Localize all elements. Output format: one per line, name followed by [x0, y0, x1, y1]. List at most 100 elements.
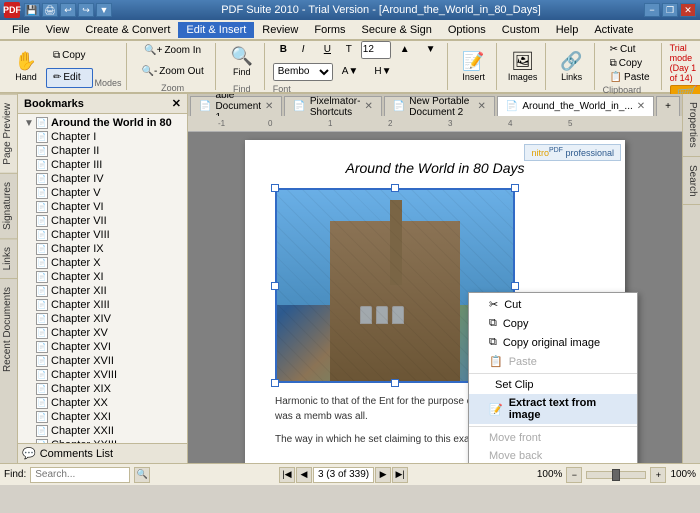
list-item[interactable]: 📄Chapter XI — [20, 270, 185, 284]
list-item[interactable]: 📄Chapter VIII — [20, 228, 185, 242]
menu-custom[interactable]: Custom — [494, 22, 548, 38]
list-item[interactable]: 📄Chapter XIII — [20, 298, 185, 312]
menu-activate[interactable]: Activate — [586, 22, 641, 38]
underline-btn[interactable]: U — [317, 40, 337, 60]
minimize-btn[interactable]: − — [644, 3, 660, 17]
menu-view[interactable]: View — [38, 22, 78, 38]
links-btn[interactable]: 🔗 Links — [554, 45, 590, 89]
menu-file[interactable]: File — [4, 22, 38, 38]
doc-tab-close-3[interactable]: ✕ — [477, 101, 485, 112]
left-tab-links[interactable]: Links — [0, 238, 17, 278]
list-item[interactable]: 📄Chapter IV — [20, 172, 185, 186]
zoom-slider[interactable] — [586, 471, 646, 479]
zoom-out-btn[interactable]: 🔍- Zoom Out — [135, 62, 211, 82]
resize-handle-tr[interactable] — [511, 184, 519, 192]
zoom-slider-thumb[interactable] — [612, 469, 620, 481]
quick-print-btn[interactable]: 🖨 — [42, 3, 58, 17]
font-select[interactable]: Bembo — [273, 63, 333, 81]
cut-btn[interactable]: ✂ Cut — [603, 43, 643, 56]
quick-undo-btn[interactable]: ↩ — [60, 3, 76, 17]
prev-page-btn[interactable]: ◀ — [296, 467, 312, 483]
list-item[interactable]: 📄Chapter XVII — [20, 354, 185, 368]
resize-handle-tl[interactable] — [271, 184, 279, 192]
right-tab-search[interactable]: Search — [683, 157, 700, 206]
quick-save-btn[interactable]: 💾 — [24, 3, 40, 17]
doc-tab-3[interactable]: 📄 New Portable Document 2 ✕ — [384, 96, 495, 116]
zoom-in-btn[interactable]: 🔍+ Zoom In — [137, 41, 208, 61]
doc-tab-2[interactable]: 📄 Pixelmator-Shortcuts ✕ — [284, 96, 381, 116]
list-item[interactable]: 📄Chapter XX — [20, 396, 185, 410]
insert-btn[interactable]: 📝 Insert — [456, 45, 492, 89]
font-size-down-btn[interactable]: ▼ — [419, 40, 443, 60]
bold-btn[interactable]: B — [273, 40, 293, 60]
ctx-copy-original[interactable]: ⧉Copy original image — [469, 333, 637, 352]
copy-btn[interactable]: ⧉ Copy — [46, 46, 93, 66]
list-item[interactable]: 📄Chapter XIV — [20, 312, 185, 326]
list-item[interactable]: 📄Chapter XXII — [20, 424, 185, 438]
list-item[interactable]: 📄Chapter IX — [20, 242, 185, 256]
search-go-btn[interactable]: 🔍 — [134, 467, 150, 483]
restore-btn[interactable]: ❐ — [662, 3, 678, 17]
font-color-btn[interactable]: A▼ — [335, 62, 366, 82]
resize-handle-bl[interactable] — [271, 379, 279, 387]
clipboard-copy-btn[interactable]: ⧉ Copy — [603, 57, 650, 70]
left-tab-signatures[interactable]: Signatures — [0, 173, 17, 238]
paste-btn[interactable]: 📋 Paste — [603, 71, 657, 84]
list-item[interactable]: 📄Chapter III — [20, 158, 185, 172]
menu-options[interactable]: Options — [440, 22, 494, 38]
doc-tab-close-1[interactable]: ✕ — [265, 101, 273, 112]
list-item[interactable]: 📄Chapter XII — [20, 284, 185, 298]
list-item[interactable]: 📄Chapter VII — [20, 214, 185, 228]
quick-options-btn[interactable]: ▼ — [96, 3, 112, 17]
menu-secure-sign[interactable]: Secure & Sign — [354, 22, 440, 38]
menu-forms[interactable]: Forms — [306, 22, 353, 38]
text-btn[interactable]: T — [339, 40, 359, 60]
doc-tab-4[interactable]: 📄 Around_the_World_in_... ✕ — [497, 96, 654, 116]
menu-help[interactable]: Help — [548, 22, 587, 38]
list-item[interactable]: 📄Chapter I — [20, 130, 185, 144]
bookmarks-tree[interactable]: ▼ 📄 Around the World in 80 📄Chapter I 📄C… — [18, 114, 187, 443]
list-item[interactable]: 📄Chapter V — [20, 186, 185, 200]
doc-tab-close-2[interactable]: ✕ — [364, 101, 372, 112]
list-item[interactable]: 📄Chapter XVIII — [20, 368, 185, 382]
last-page-btn[interactable]: ▶| — [392, 467, 408, 483]
font-size-input[interactable] — [361, 41, 391, 59]
ctx-set-clip[interactable]: Set Clip — [469, 376, 637, 394]
list-item[interactable]: 📄Chapter XV — [20, 326, 185, 340]
ctx-extract-text[interactable]: 📝Extract text from image — [469, 394, 637, 424]
zoom-out-status-btn[interactable]: − — [566, 467, 582, 483]
left-tab-page-preview[interactable]: Page Preview — [0, 94, 17, 173]
list-item[interactable]: 📄Chapter VI — [20, 200, 185, 214]
resize-handle-mr[interactable] — [511, 282, 519, 290]
find-btn[interactable]: 🔍 Find — [224, 40, 260, 84]
resize-handle-ml[interactable] — [271, 282, 279, 290]
list-item[interactable]: 📄Chapter XIX — [20, 382, 185, 396]
resize-handle-bm[interactable] — [391, 379, 399, 387]
next-page-btn[interactable]: ▶ — [375, 467, 391, 483]
list-item[interactable]: 📄Chapter II — [20, 144, 185, 158]
list-item[interactable]: 📄Chapter XXI — [20, 410, 185, 424]
font-size-up-btn[interactable]: ▲ — [393, 40, 417, 60]
resize-handle-tm[interactable] — [391, 184, 399, 192]
italic-btn[interactable]: I — [295, 40, 315, 60]
list-item[interactable]: 📄Chapter X — [20, 256, 185, 270]
close-btn[interactable]: ✕ — [680, 3, 696, 17]
font-highlight-btn[interactable]: H▼ — [367, 62, 398, 82]
edit-btn[interactable]: ✏ Edit — [46, 68, 93, 88]
zoom-in-status-btn[interactable]: + — [650, 467, 666, 483]
comments-bar[interactable]: 💬 Comments List — [18, 443, 187, 463]
doc-tab-close-4[interactable]: ✕ — [637, 101, 645, 112]
menu-create-convert[interactable]: Create & Convert — [77, 22, 178, 38]
document-content[interactable]: nitroPDF professional Around the World i… — [188, 132, 682, 463]
left-tab-recent[interactable]: Recent Documents — [0, 278, 17, 380]
first-page-btn[interactable]: |◀ — [279, 467, 295, 483]
menu-edit-insert[interactable]: Edit & Insert — [178, 22, 254, 38]
ctx-cut[interactable]: ✂Cut — [469, 295, 637, 314]
ctx-copy[interactable]: ⧉Copy — [469, 314, 637, 333]
images-btn[interactable]: 🖼 Images — [505, 45, 541, 89]
find-input[interactable] — [30, 467, 130, 483]
doc-tab-1[interactable]: 📄 able Document 1 ✕ — [190, 96, 282, 116]
new-tab-btn[interactable]: + — [656, 96, 680, 116]
bookmarks-close-btn[interactable]: ✕ — [172, 97, 181, 110]
tree-root[interactable]: ▼ 📄 Around the World in 80 — [20, 116, 185, 130]
